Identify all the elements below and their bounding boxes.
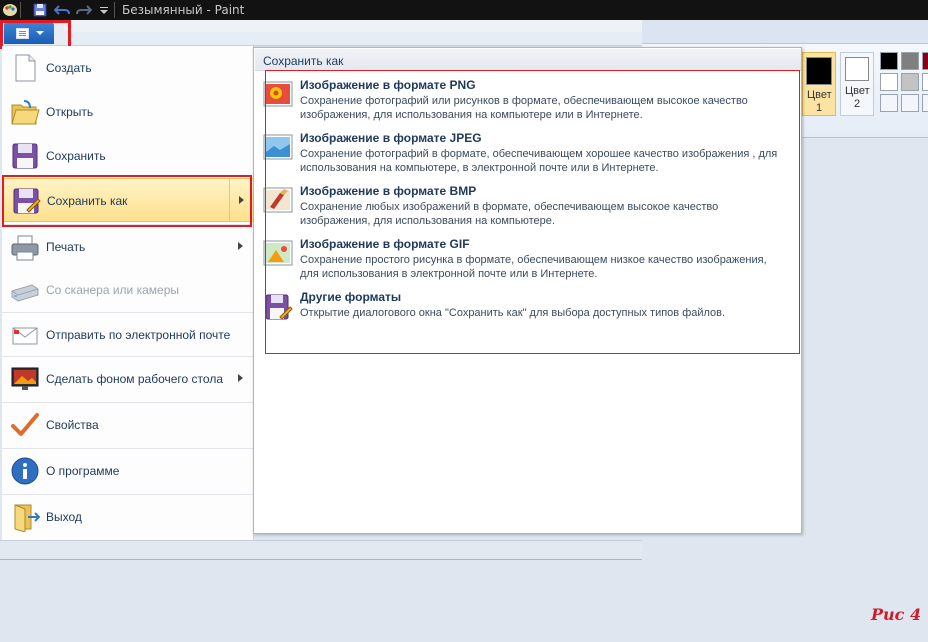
color1-label: Цвет 1 [807,89,832,114]
chevron-right-icon [238,242,243,250]
redo-icon[interactable] [76,2,92,18]
info-icon [11,457,39,485]
scanner-icon [11,284,39,302]
window-title: Безымянный - Paint [122,3,245,17]
palette-swatch[interactable] [922,52,928,70]
undo-icon[interactable] [54,2,70,18]
highlight-formats [265,70,800,354]
highlight-app-button [0,20,71,49]
titlebar-separator [20,2,21,18]
customize-toolbar-icon[interactable] [96,2,112,18]
open-folder-icon [11,100,40,125]
printer-icon [11,235,39,261]
menu-item-print[interactable]: Печать [2,224,254,268]
new-document-icon [15,54,36,82]
email-icon [12,327,38,345]
quick-save-icon[interactable] [32,2,48,18]
palette-swatch[interactable] [901,73,919,91]
save-icon [12,143,38,169]
menu-item-open[interactable]: Открыть [2,90,254,134]
menu-item-about[interactable]: О программе [2,448,254,492]
submenu-header: Сохранить как [255,49,801,71]
palette-swatch[interactable] [901,94,919,112]
menu-item-properties[interactable]: Свойства [2,402,254,446]
palette-swatch[interactable] [880,52,898,70]
highlight-save-as [2,175,252,227]
chevron-right-icon [238,374,243,382]
color1-button[interactable]: Цвет 1 [802,52,836,116]
menu-item-save[interactable]: Сохранить [2,134,254,178]
title-bar: Безымянный - Paint [0,0,928,20]
submenu-title: Сохранить как [263,54,344,68]
color2-button[interactable]: Цвет 2 [840,52,874,116]
palette-swatch[interactable] [922,94,928,112]
desktop-background-icon [11,367,39,390]
palette-swatch[interactable] [880,94,898,112]
paint-app-icon [3,4,17,16]
menu-item-new[interactable]: Создать [2,46,254,90]
app-menu-list: Создать Открыть Сохранить Сохранить как … [2,46,254,540]
titlebar-separator [114,2,115,18]
color2-swatch [845,57,869,81]
menu-item-email[interactable]: Отправить по электронной почте [2,312,254,356]
palette-swatch[interactable] [901,52,919,70]
menu-item-exit[interactable]: Выход [2,494,254,538]
color1-swatch [806,57,832,85]
exit-icon [14,504,40,532]
ribbon-tab-strip [642,20,928,44]
app-menu-tab-strip [64,20,642,32]
palette-swatch[interactable] [922,73,928,91]
figure-label: Рис 4 [871,605,922,624]
palette-swatch[interactable] [880,73,898,91]
app-menu-footer [0,540,642,560]
menu-item-desktop-background[interactable]: Сделать фоном рабочего стола [2,356,254,400]
menu-item-scanner: Со сканера или камеры [2,268,254,312]
color2-label: Цвет 2 [845,85,870,110]
checkmark-icon [11,413,39,436]
